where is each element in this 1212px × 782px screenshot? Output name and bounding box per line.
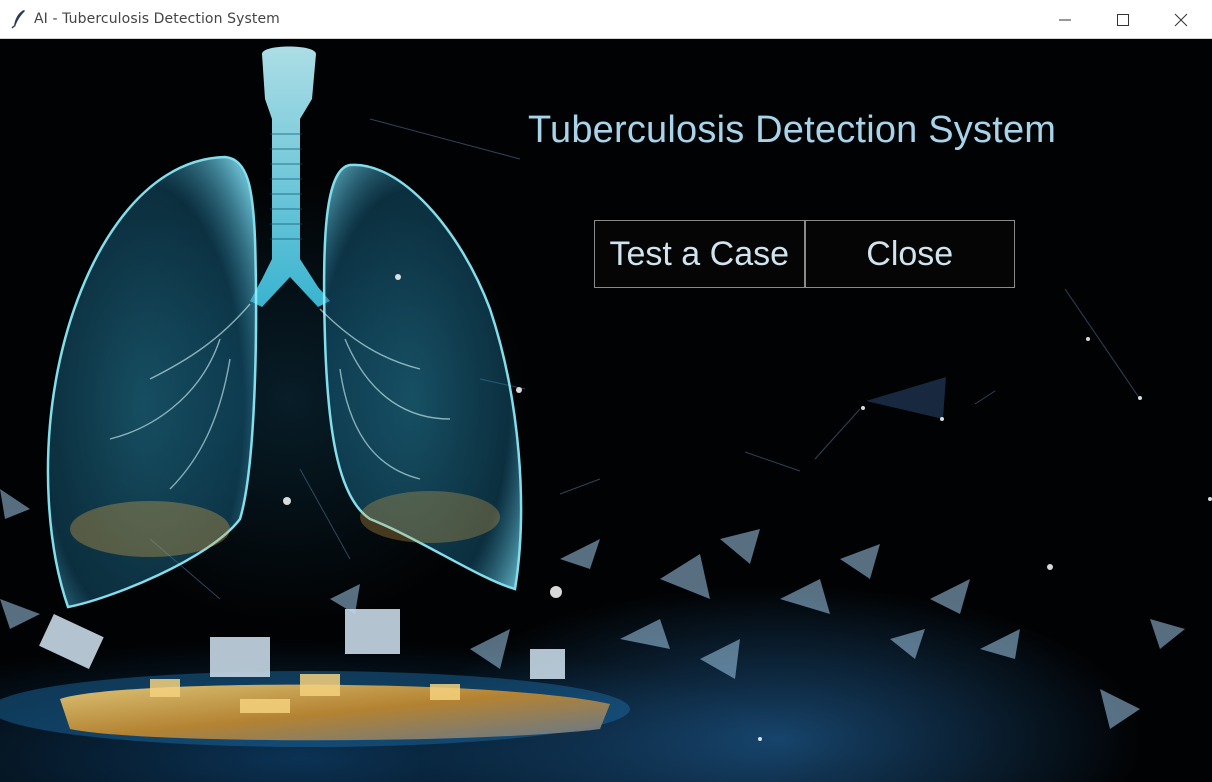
maximize-button[interactable] bbox=[1094, 0, 1152, 39]
main-canvas: Tuberculosis Detection System Test a Cas… bbox=[0, 39, 1212, 782]
maximize-icon bbox=[1117, 13, 1129, 26]
title-bar[interactable]: AI - Tuberculosis Detection System bbox=[0, 0, 1212, 39]
close-icon bbox=[1174, 13, 1188, 26]
minimize-icon bbox=[1059, 19, 1071, 20]
feather-icon bbox=[10, 9, 28, 29]
close-button[interactable]: Close bbox=[803, 221, 1014, 287]
page-title: Tuberculosis Detection System bbox=[528, 109, 1057, 151]
window-title: AI - Tuberculosis Detection System bbox=[34, 11, 280, 27]
action-button-group: Test a Case Close bbox=[594, 220, 1015, 288]
close-window-button[interactable] bbox=[1152, 0, 1210, 39]
app-window: AI - Tuberculosis Detection System Tuber… bbox=[0, 0, 1212, 782]
minimize-button[interactable] bbox=[1036, 0, 1094, 39]
test-case-button[interactable]: Test a Case bbox=[595, 221, 804, 287]
